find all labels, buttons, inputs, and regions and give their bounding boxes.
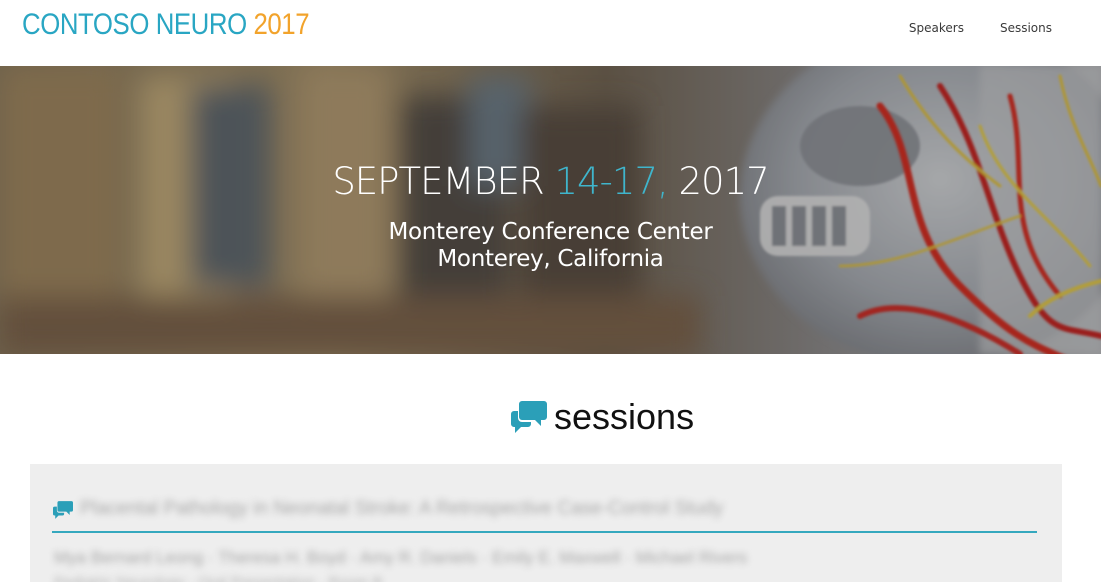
venue-name: Monterey Conference Center <box>388 219 713 245</box>
hero-banner: SEPTEMBER 14-17, 2017 Monterey Conferenc… <box>0 66 1101 354</box>
session-meta: Pediatric Neurology · Oral Presentation … <box>54 574 382 582</box>
logo-name: CONTOSO NEURO <box>22 8 254 41</box>
chat-bubbles-icon <box>511 401 547 433</box>
nav-link-speakers[interactable]: Speakers <box>909 21 964 35</box>
session-card[interactable]: Placental Pathology in Neonatal Stroke: … <box>30 464 1062 582</box>
sessions-heading: sessions <box>510 396 694 438</box>
site-header: CONTOSO NEURO 2017 Speakers Sessions <box>0 0 1101 66</box>
event-venue: Monterey Conference Center Monterey, Cal… <box>0 219 1101 273</box>
sessions-title: sessions <box>554 396 695 437</box>
main-nav: Speakers Sessions <box>909 21 1052 35</box>
event-day-range: 14-17, <box>554 160 668 203</box>
session-authors: Mya Bernard Leong · Theresa H. Boyd · Am… <box>54 548 748 567</box>
chat-bubbles-icon <box>53 501 73 519</box>
session-title[interactable]: Placental Pathology in Neonatal Stroke: … <box>80 498 723 520</box>
venue-city: Monterey, California <box>437 246 664 272</box>
session-divider <box>52 531 1037 533</box>
site-logo[interactable]: CONTOSO NEURO 2017 <box>22 8 310 42</box>
nav-link-sessions[interactable]: Sessions <box>1000 21 1052 35</box>
logo-year: 2017 <box>253 8 310 41</box>
event-month: SEPTEMBER <box>332 160 555 203</box>
event-dates: SEPTEMBER 14-17, 2017 <box>0 160 1101 203</box>
event-year: 2017 <box>667 160 770 203</box>
hero-overlay <box>0 66 1101 354</box>
